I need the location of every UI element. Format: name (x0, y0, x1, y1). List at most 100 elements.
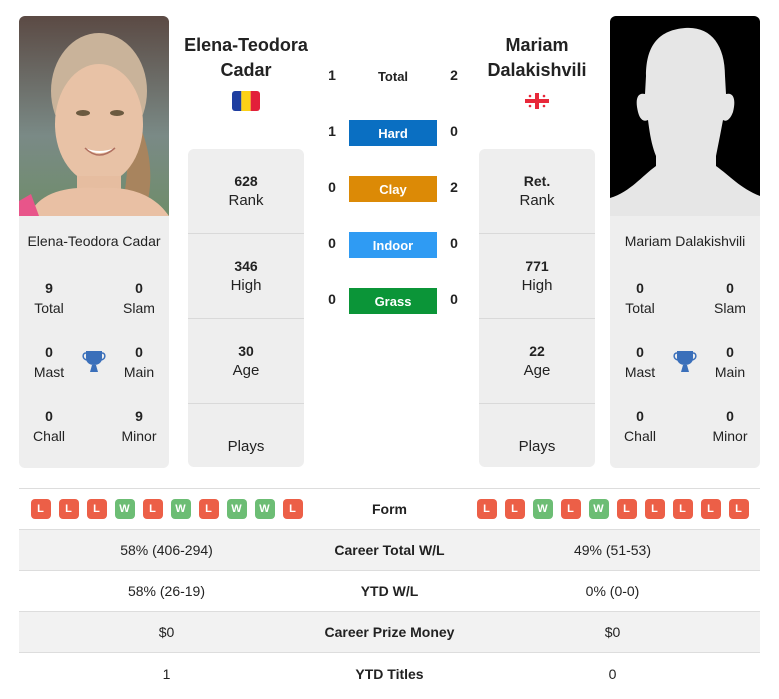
form-loss-badge[interactable]: L (700, 499, 721, 519)
form-loss-badge[interactable]: L (30, 499, 51, 519)
table-row: 58% (406-294) Career Total W/L 49% (51-5… (19, 530, 760, 571)
player1-stat-rank: 628 Rank (188, 149, 304, 234)
player1-titles-chall: 0 Chall (19, 406, 79, 446)
form-loss-badge[interactable]: L (560, 499, 581, 519)
form-loss-badge[interactable]: L (86, 499, 107, 519)
form-win-badge[interactable]: W (532, 499, 553, 519)
row-label: Career Prize Money (324, 624, 455, 640)
form-loss-badge[interactable]: L (142, 499, 163, 519)
form-label: Form (372, 501, 407, 517)
player1-titles-mast: 0 Mast (19, 342, 79, 382)
surface-clay-badge[interactable]: Clay (349, 176, 437, 202)
player2-value: 0% (0-0) (585, 583, 640, 599)
form-win-badge[interactable]: W (170, 499, 191, 519)
table-row: 1 YTD Titles 0 (19, 653, 760, 694)
player1-titles-total: 9 Total (19, 278, 79, 318)
player2-stat-rank: Ret. Rank (479, 149, 595, 234)
player2-titles-mast: 0 Mast (610, 342, 670, 382)
h2h-grass-p2: 0 (450, 291, 458, 307)
titles-total-value: 0 (636, 280, 644, 296)
player2-stat-age: 22 Age (479, 319, 595, 404)
form-loss-badge[interactable]: L (728, 499, 749, 519)
player1-card-name[interactable]: Elena-Teodora Cadar (19, 233, 169, 249)
row-label: YTD W/L (360, 583, 419, 599)
h2h-hard-p1: 1 (328, 123, 336, 139)
form-loss-badge[interactable]: L (672, 499, 693, 519)
player1-stats: 628 Rank 346 High 30 Age Plays (188, 149, 304, 467)
h2h-grass-p1: 0 (328, 291, 336, 307)
form-loss-badge[interactable]: L (282, 499, 303, 519)
stat-value: 30 (238, 343, 254, 359)
titles-chall-label: Chall (33, 428, 65, 444)
form-win-badge[interactable]: W (114, 499, 135, 519)
player1-value: 58% (26-19) (127, 583, 206, 599)
stat-label: Plays (227, 437, 265, 455)
titles-main-value: 0 (135, 344, 143, 360)
romania-flag-icon (232, 91, 260, 111)
titles-chall-value: 0 (636, 408, 644, 424)
player2-name[interactable]: Mariam Dalakishvili (462, 33, 612, 83)
surface-indoor-badge[interactable]: Indoor (349, 232, 437, 258)
form-row: LLLWLWLWWL Form LLWLWLLLLL (19, 489, 760, 530)
player1-stat-age: 30 Age (188, 319, 304, 404)
player2-value: $0 (604, 624, 621, 640)
player2-photo-placeholder (610, 16, 760, 216)
surface-hard-badge[interactable]: Hard (349, 120, 437, 146)
player1-stat-high: 346 High (188, 234, 304, 319)
player2-stat-plays: Plays (479, 404, 595, 467)
player2-name-line1: Mariam (505, 35, 569, 55)
form-loss-badge[interactable]: L (644, 499, 665, 519)
h2h-hard-p2: 0 (450, 123, 458, 139)
surface-grass-badge[interactable]: Grass (349, 288, 437, 314)
form-loss-badge[interactable]: L (504, 499, 525, 519)
form-loss-badge[interactable]: L (58, 499, 79, 519)
h2h-clay-p1: 0 (328, 179, 336, 195)
player2-stats: Ret. Rank 771 High 22 Age Plays (479, 149, 595, 467)
titles-total-value: 9 (45, 280, 53, 296)
form-win-badge[interactable]: W (588, 499, 609, 519)
player2-titles-slam: 0 Slam (700, 278, 760, 318)
stat-value: Ret. (523, 173, 551, 189)
titles-mast-value: 0 (45, 344, 53, 360)
stat-value: 346 (234, 258, 258, 274)
stat-value: 628 (234, 173, 258, 189)
player1-value: 58% (406-294) (120, 542, 213, 558)
form-win-badge[interactable]: W (226, 499, 247, 519)
player2-card-name[interactable]: Mariam Dalakishvili (610, 233, 760, 249)
form-win-badge[interactable]: W (254, 499, 275, 519)
player1-titles-main: 0 Main (109, 342, 169, 382)
player2-photo[interactable] (610, 16, 760, 216)
player1-stat-plays: Plays (188, 404, 304, 467)
player1-value: $0 (158, 624, 175, 640)
form-loss-badge[interactable]: L (476, 499, 497, 519)
stat-label: High (521, 277, 553, 294)
h2h-total-label: Total (377, 69, 409, 84)
titles-minor-label: Minor (121, 428, 157, 444)
titles-main-label: Main (714, 364, 746, 380)
titles-mast-value: 0 (636, 344, 644, 360)
stat-label: Age (232, 362, 260, 379)
h2h-indoor-p2: 0 (450, 235, 458, 251)
player2-titles-main: 0 Main (700, 342, 760, 382)
player1-name[interactable]: Elena-Teodora Cadar (171, 33, 321, 83)
player1-value: 1 (162, 665, 171, 682)
form-loss-badge[interactable]: L (198, 499, 219, 519)
titles-chall-value: 0 (45, 408, 53, 424)
titles-total-label: Total (34, 300, 64, 316)
h2h-total-p1: 1 (328, 67, 336, 83)
stat-label: High (230, 277, 262, 294)
stat-label: Rank (519, 192, 555, 209)
player1-photo[interactable] (19, 16, 169, 216)
player2-value: 0 (608, 665, 617, 682)
player2-stat-high: 771 High (479, 234, 595, 319)
player2-card: Mariam Dalakishvili 0 Total 0 Slam 0 Mas… (610, 16, 760, 468)
table-row: $0 Career Prize Money $0 (19, 612, 760, 653)
player2-name-line2: Dalakishvili (487, 60, 587, 80)
titles-slam-value: 0 (726, 280, 734, 296)
trophy-icon (81, 348, 107, 374)
form-loss-badge[interactable]: L (616, 499, 637, 519)
titles-main-label: Main (123, 364, 155, 380)
player1-card: Elena-Teodora Cadar 9 Total 0 Slam 0 Mas… (19, 16, 169, 468)
titles-slam-label: Slam (123, 300, 155, 316)
titles-mast-label: Mast (33, 364, 65, 380)
